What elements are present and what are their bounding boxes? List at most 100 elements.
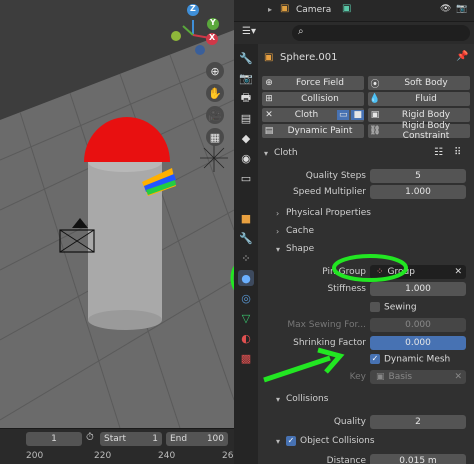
chevron-down-icon: ▾ <box>264 148 269 158</box>
quality-steps-field[interactable]: 5 <box>370 169 466 183</box>
rigid-body-button[interactable]: ▣ Rigid Body <box>368 108 470 122</box>
cloth-button[interactable]: ✕ Cloth ▭ ■ <box>262 108 364 122</box>
material-tab-icon[interactable]: ◐ <box>238 330 254 346</box>
dynamic-paint-icon: ▤ <box>264 126 274 136</box>
render-tab-icon[interactable]: 📷 <box>238 70 254 86</box>
constraints-tab-icon[interactable]: ◎ <box>238 290 254 306</box>
properties-editor: ☰▾ ⌕ 🔧 📷 🖶 ▤ ◆ ◉ ▭ ■ 🔧 ⁘ ● ◎ ▽ ◐ ▩ ▣ Sph… <box>234 22 474 464</box>
shape-key-icon: ▣ <box>376 372 385 382</box>
stiffness-field[interactable]: 1.000 <box>370 282 466 296</box>
ruler-tick: 220 <box>94 451 112 461</box>
shrinking-factor-label: Shrinking Factor <box>293 338 366 348</box>
fluid-icon: 💧 <box>369 94 381 104</box>
pan-hand-icon[interactable]: ✋ <box>206 84 224 102</box>
max-sewing-field[interactable]: 0.000 <box>370 318 466 332</box>
outliner-camera-label[interactable]: Camera <box>296 5 331 15</box>
speed-multiplier-field[interactable]: 1.000 <box>370 185 466 199</box>
clear-icon[interactable]: ✕ <box>454 372 462 382</box>
camera-icon: ▣ <box>280 3 290 14</box>
expand-chevron-icon[interactable]: ▸ <box>268 5 272 14</box>
gizmo-y-label: Y <box>210 18 216 27</box>
close-icon[interactable]: ✕ <box>262 110 276 120</box>
physical-properties-header[interactable]: › Physical Properties <box>276 208 371 218</box>
properties-tab-column: 🔧 📷 🖶 ▤ ◆ ◉ ▭ ■ 🔧 ⁘ ● ◎ ▽ ◐ ▩ <box>234 44 258 464</box>
start-frame-field[interactable]: Start 1 <box>100 432 162 446</box>
shrinking-factor-field[interactable]: 0.000 <box>370 336 466 350</box>
light-object <box>200 144 228 172</box>
scene-tab-icon[interactable]: ◆ <box>238 130 254 146</box>
object-name: Sphere.001 <box>280 52 338 63</box>
distance-field[interactable]: 0.015 m <box>370 454 466 464</box>
collisions-header[interactable]: ▾ Collisions <box>276 394 328 404</box>
force-field-icon: ⊕ <box>265 78 273 88</box>
editor-type-icon[interactable]: ☰▾ <box>242 26 256 37</box>
ruler-tick: 240 <box>158 451 176 461</box>
pin-group-field[interactable]: ⁘ Group ✕ <box>370 265 466 279</box>
view-layer-tab-icon[interactable]: ▤ <box>238 110 254 126</box>
check-icon[interactable]: ✓ <box>370 354 380 364</box>
shape-key-field[interactable]: ▣ Basis ✕ <box>370 370 466 384</box>
cache-header[interactable]: › Cache <box>276 226 314 236</box>
outliner-strip: ▸ ▣ Camera ▣ 👁 📷 <box>234 0 474 22</box>
collision-icon: ⊞ <box>265 94 273 104</box>
speed-multiplier-label: Speed Multiplier <box>292 187 366 197</box>
physics-panel: ▣ Sphere.001 📌 ⊕ Force Field ⦿ Soft Body ⊞… <box>258 22 474 464</box>
collision-quality-field[interactable]: 2 <box>370 415 466 429</box>
pin-icon[interactable]: 📌 <box>456 51 468 62</box>
render-toggle-icon[interactable]: ■ <box>351 110 364 120</box>
app-root: Z Y X ⊕ ✋ 🎥 ▦ 1 ⏱ Start 1 End 100 200 220 … <box>0 0 474 464</box>
sewing-checkbox[interactable]: Sewing <box>370 302 417 313</box>
vertex-group-icon: ⁘ <box>376 267 384 277</box>
ortho-grid-icon[interactable]: ▦ <box>206 128 224 146</box>
ruler-tick: 200 <box>26 451 44 461</box>
physics-tab-icon[interactable]: ● <box>238 270 254 286</box>
force-field-button[interactable]: ⊕ Force Field <box>262 76 364 90</box>
eye-icon[interactable]: 👁 <box>440 4 451 14</box>
gizmo-z-label: Z <box>190 4 196 13</box>
camera-data-icon: ▣ <box>342 3 352 14</box>
sewing-check-box[interactable] <box>370 302 380 312</box>
chevron-down-icon: ▾ <box>276 436 281 446</box>
modifier-tab-icon[interactable]: 🔧 <box>238 230 254 246</box>
collision-quality-label: Quality <box>333 417 366 427</box>
viewport-3d[interactable]: Z Y X ⊕ ✋ 🎥 ▦ <box>0 0 234 428</box>
output-tab-icon[interactable]: 🖶 <box>238 90 254 106</box>
fluid-button[interactable]: 💧 Fluid <box>368 92 470 106</box>
clear-icon[interactable]: ✕ <box>454 267 462 277</box>
cloth-panel-header[interactable]: ▾ Cloth <box>264 148 298 158</box>
data-tab-icon[interactable]: ▽ <box>238 310 254 326</box>
world-tab-icon[interactable]: ◉ <box>238 150 254 166</box>
particles-tab-icon[interactable]: ⁘ <box>238 250 254 266</box>
rigid-body-constraint-button[interactable]: ⛓ Rigid Body Constraint <box>368 121 470 141</box>
chevron-right-icon: › <box>276 208 280 218</box>
collision-button[interactable]: ⊞ Collision <box>262 92 364 106</box>
object-icon: ▣ <box>264 52 274 63</box>
check-icon[interactable]: ✓ <box>286 436 296 446</box>
zoom-icon[interactable]: ⊕ <box>206 62 224 80</box>
screen-toggle-icon[interactable]: ▭ <box>336 110 350 120</box>
cylinder-bottom <box>88 310 162 330</box>
viewport-scene <box>0 4 234 428</box>
list-icon[interactable]: ☷ <box>434 147 443 158</box>
soft-body-button[interactable]: ⦿ Soft Body <box>368 76 470 90</box>
render-camera-icon[interactable]: 📷 <box>456 4 467 14</box>
dynamic-mesh-checkbox[interactable]: ✓ Dynamic Mesh <box>370 354 450 365</box>
current-frame-field[interactable]: 1 <box>26 432 82 446</box>
shape-header[interactable]: ▾ Shape <box>276 244 314 254</box>
chevron-right-icon: › <box>276 226 280 236</box>
dynamic-paint-button[interactable]: ▤ Dynamic Paint <box>262 124 364 138</box>
collection-tab-icon[interactable]: ▭ <box>238 170 254 186</box>
rigid-body-icon: ▣ <box>370 110 380 120</box>
camera-view-icon[interactable]: 🎥 <box>206 106 224 124</box>
stopwatch-icon[interactable]: ⏱ <box>86 432 94 443</box>
tool-tab-icon[interactable]: 🔧 <box>238 50 254 66</box>
object-tab-icon[interactable]: ■ <box>238 210 254 226</box>
texture-tab-icon[interactable]: ▩ <box>238 350 254 366</box>
quality-steps-label: Quality Steps <box>305 171 366 181</box>
chevron-down-icon: ▾ <box>276 394 281 404</box>
distance-label: Distance <box>326 456 366 464</box>
end-frame-field[interactable]: End 100 <box>166 432 228 446</box>
drag-handle-icon[interactable]: ⠿ <box>454 147 461 158</box>
gizmo-x-label: X <box>209 33 216 42</box>
object-collisions-header[interactable]: ▾ ✓ Object Collisions <box>276 436 375 446</box>
